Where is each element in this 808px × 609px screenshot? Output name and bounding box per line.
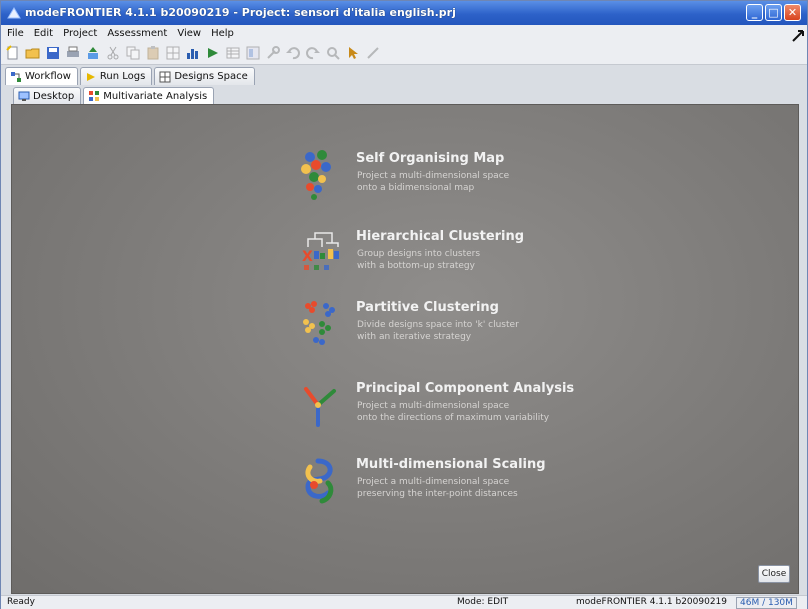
menu-edit[interactable]: Edit	[34, 28, 53, 39]
som-icon	[301, 150, 331, 200]
svg-text:X: X	[302, 249, 313, 265]
menu-file[interactable]: File	[7, 28, 24, 39]
analysis-partitive-title: Partitive Clustering	[356, 300, 499, 315]
analysis-mds-desc-2: preserving the inter-point distances	[357, 489, 518, 499]
analysis-mds-title: Multi-dimensional Scaling	[356, 457, 546, 472]
cut-icon[interactable]	[105, 45, 121, 61]
desktop-icon	[18, 91, 30, 101]
analysis-som[interactable]: Self Organising Map Project a multi-dime…	[300, 149, 600, 219]
status-version: modeFRONTIER 4.1.1 b20090219	[576, 597, 728, 607]
tab-multivariate-label: Multivariate Analysis	[103, 90, 208, 102]
title-bar[interactable]: modeFRONTIER 4.1.1 b20090219 - Project: …	[1, 1, 807, 25]
menu-view[interactable]: View	[177, 28, 201, 39]
run-icon[interactable]	[205, 45, 221, 61]
chart-icon[interactable]	[185, 45, 201, 61]
print-icon[interactable]	[65, 45, 81, 61]
close-window-button[interactable]: ✕	[784, 4, 801, 21]
analysis-mds-desc-1: Project a multi-dimensional space	[357, 477, 510, 487]
runlogs-icon	[86, 72, 95, 81]
partitive-clustering-icon	[303, 301, 335, 345]
status-bar: Ready Mode: EDIT modeFRONTIER 4.1.1 b200…	[1, 595, 807, 609]
menu-assessment[interactable]: Assessment	[107, 28, 167, 39]
memory-indicator[interactable]: 46M / 130M	[736, 597, 797, 609]
app-window: modeFRONTIER 4.1.1 b20090219 - Project: …	[0, 0, 808, 609]
pca-icon	[304, 387, 336, 427]
analysis-som-title: Self Organising Map	[356, 151, 505, 166]
tab-workflow[interactable]: Workflow	[5, 67, 78, 85]
menu-bar: File Edit Project Assessment View Help	[1, 25, 807, 41]
mds-icon	[305, 458, 334, 504]
tab-designs-space-label: Designs Space	[174, 71, 248, 82]
layout-icon[interactable]	[245, 45, 261, 61]
tab-run-logs[interactable]: Run Logs	[79, 67, 153, 85]
tab-multivariate-analysis[interactable]: Multivariate Analysis	[83, 87, 215, 104]
analysis-som-desc-2: onto a bidimensional map	[357, 183, 475, 193]
undo-icon[interactable]	[285, 45, 301, 61]
hierarchical-clustering-icon: X	[302, 232, 339, 270]
perspective-tabs: Workflow Run Logs Designs Space	[5, 67, 255, 85]
tab-run-logs-label: Run Logs	[99, 71, 146, 82]
open-icon[interactable]	[25, 45, 41, 61]
maximize-button[interactable]: □	[765, 4, 782, 21]
view-tabs: Desktop Multivariate Analysis	[13, 87, 215, 104]
analysis-partitive-desc-1: Divide designs space into 'k' cluster	[357, 320, 519, 330]
analysis-pca-desc-1: Project a multi-dimensional space	[357, 401, 510, 411]
tab-desktop-label: Desktop	[33, 90, 75, 102]
multivariate-icon	[89, 91, 100, 101]
analysis-hierarchical-clustering[interactable]: X Hierarchical Clustering Group designs …	[300, 227, 600, 297]
analysis-som-desc-1: Project a multi-dimensional space	[357, 171, 510, 181]
analysis-pca-desc-2: onto the directions of maximum variabili…	[357, 413, 550, 423]
zoom-icon[interactable]	[325, 45, 341, 61]
analysis-partitive-clustering[interactable]: Partitive Clustering Divide designs spac…	[300, 298, 600, 368]
close-button[interactable]: Close	[758, 565, 790, 583]
upload-icon[interactable]	[85, 45, 101, 61]
pointer-icon[interactable]	[345, 45, 361, 61]
analysis-pca[interactable]: Principal Component Analysis Project a m…	[300, 379, 600, 449]
analysis-hierarchical-desc-1: Group designs into clusters	[357, 249, 481, 259]
designs-space-icon	[159, 71, 171, 82]
window-title: modeFRONTIER 4.1.1 b20090219 - Project: …	[25, 6, 456, 19]
multivariate-analysis-panel: Self Organising Map Project a multi-dime…	[11, 104, 799, 594]
analysis-pca-title: Principal Component Analysis	[356, 381, 575, 396]
copy-icon[interactable]	[125, 45, 141, 61]
status-mode: Mode: EDIT	[457, 597, 509, 607]
mouse-cursor-icon	[792, 30, 804, 42]
grid-icon[interactable]	[165, 45, 181, 61]
menu-help[interactable]: Help	[211, 28, 234, 39]
paste-icon[interactable]	[145, 45, 161, 61]
analysis-hierarchical-title: Hierarchical Clustering	[356, 229, 525, 244]
toolbar	[1, 41, 807, 65]
table-icon[interactable]	[225, 45, 241, 61]
redo-icon[interactable]	[305, 45, 321, 61]
tab-workflow-label: Workflow	[25, 71, 71, 82]
tools-icon[interactable]	[265, 45, 281, 61]
status-ready: Ready	[7, 597, 35, 607]
tab-desktop[interactable]: Desktop	[13, 87, 82, 104]
analysis-mds[interactable]: Multi-dimensional Scaling Project a mult…	[300, 455, 600, 525]
window-controls: _ □ ✕	[746, 4, 801, 21]
workflow-icon	[11, 71, 21, 82]
analysis-partitive-desc-2: with an iterative strategy	[357, 332, 472, 342]
save-icon[interactable]	[45, 45, 61, 61]
minimize-button[interactable]: _	[746, 4, 763, 21]
analysis-hierarchical-desc-2: with a bottom-up strategy	[357, 261, 475, 271]
app-logo-icon	[7, 7, 21, 19]
tab-designs-space[interactable]: Designs Space	[154, 67, 255, 85]
menu-project[interactable]: Project	[63, 28, 97, 39]
new-icon[interactable]	[5, 44, 21, 61]
link-icon[interactable]	[365, 45, 381, 61]
